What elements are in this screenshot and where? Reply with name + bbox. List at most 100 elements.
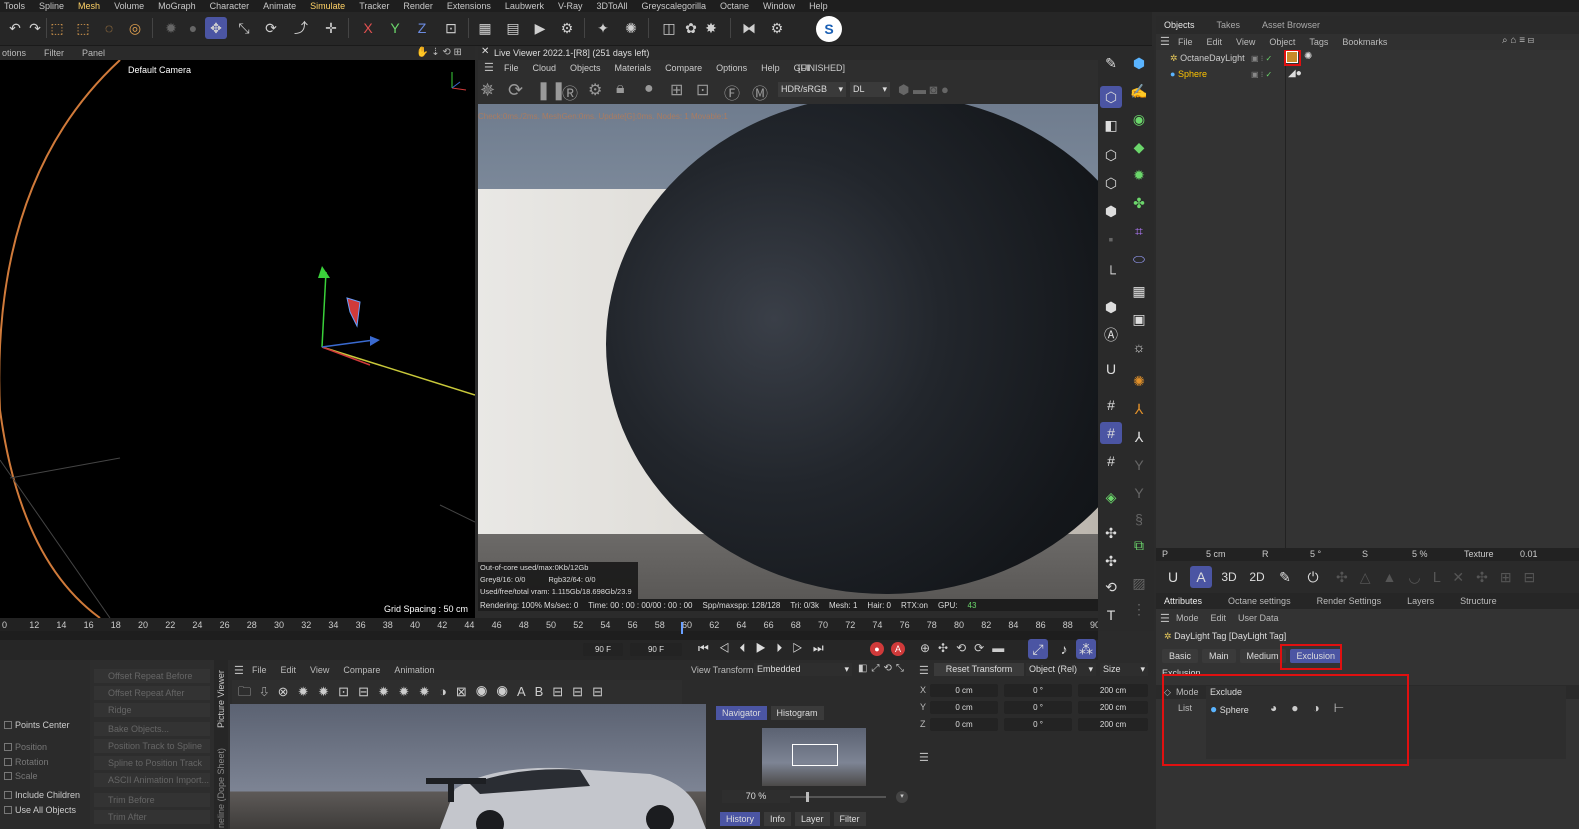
magnet-row-icon[interactable]: U [1162,566,1184,588]
reset-transform-button[interactable]: Reset Transform [934,663,1024,676]
menu-item[interactable]: Spline [39,1,64,11]
checkbox-box[interactable] [4,791,12,799]
checkbox-box[interactable] [4,743,12,751]
anim-button[interactable]: Spline to Position Track [94,756,210,770]
record-icon[interactable]: ● [870,642,884,656]
menu-item[interactable]: Octane [720,1,749,11]
atom-icon[interactable]: ✤ [1128,192,1150,214]
picture-viewer-menu-item[interactable]: Compare [343,665,380,675]
menu-item[interactable]: Extensions [447,1,491,11]
option-checkbox[interactable]: Include Children [4,790,80,800]
r-value[interactable]: 5 ° [1310,549,1321,559]
object-row-sphere[interactable]: ● Sphere [1170,69,1207,79]
option-checkbox[interactable]: Points Center [4,720,70,730]
pv-tool-icons[interactable]: 🗀⇩⊗✹✹⊡⊟✹✹✹◑⊠◉◉AB⊟⊟⊟ [238,683,612,705]
anim-button[interactable]: ASCII Animation Import... [94,773,210,787]
size-field[interactable]: 200 cm [1078,718,1148,731]
option-checkbox[interactable]: Rotation [4,757,49,767]
uv-mode-icon[interactable]: ▪ [1100,228,1122,250]
move-small-icon[interactable]: ✣ [1100,522,1122,544]
key-tools-icons[interactable]: ⊕✣⟲⟳▬ [920,641,1012,655]
menu-item[interactable]: Greyscalegorilla [641,1,706,11]
edges-mode-icon[interactable]: ⬡ [1100,172,1122,194]
scale-small-icon[interactable]: ✣ [1100,550,1122,572]
menu-item[interactable]: Laubwerk [505,1,544,11]
coord-mode-select[interactable]: Object (Rel) ▾ [1026,663,1096,676]
anim-button[interactable]: Offset Repeat After [94,686,210,700]
coordinate-system-icon[interactable]: ⊡ [440,17,462,39]
anim-button[interactable]: Ridge [94,703,210,717]
z-axis-icon[interactable]: Z [411,17,433,39]
live-viewer-menu-item[interactable]: File [504,63,519,73]
menu-item[interactable]: Volume [114,1,144,11]
render-settings-icon[interactable]: ⚙ [556,17,578,39]
power-icon[interactable]: ⏻ [1302,566,1324,588]
viewport-menu-item[interactable]: otions [2,48,26,58]
picture-viewer-menu-item[interactable]: Edit [281,665,297,675]
clay-mode-icon[interactable]: ⬢ ▬ ◙ ● [898,82,949,98]
timeline-side-tab[interactable]: neline (Dope Sheet) [216,748,226,828]
checkbox-box[interactable] [4,772,12,780]
menu-item[interactable]: MoGraph [158,1,196,11]
restart-icon[interactable]: Ⓡ [562,80,578,104]
objects-search-icon[interactable]: ⌕ ⌂ ≡ ⊟ [1502,35,1534,46]
attribute-subtab[interactable]: Medium [1239,649,1286,663]
octane-logo-icon[interactable]: ✵ [480,80,495,101]
objects-menu-item[interactable]: Object [1269,37,1295,47]
rotate-tool-icon[interactable]: ⟳ [260,17,282,39]
live-viewer-menu-item[interactable]: Objects [570,63,601,73]
timeline-ruler[interactable]: 0 12 14 16 18 20 22 24 26 28 30 32 34 36 38 40 42 44 46 48 5… [0,618,1098,631]
mode-icon[interactable]: ✹ [160,17,182,39]
menu-item[interactable]: Mesh [78,1,100,11]
2d-icon[interactable]: 2D [1246,566,1268,588]
material-picker-icon[interactable]: Ⓜ [752,80,768,104]
joint-icon[interactable]: ⅄ [1128,398,1150,420]
option-checkbox[interactable]: Position [4,742,47,752]
text-a-icon[interactable]: Ⓐ [1100,324,1122,346]
object-name[interactable]: Sphere [1178,69,1207,79]
spring-icon[interactable]: § [1128,508,1150,530]
spline-icon[interactable]: ✺ [620,17,642,39]
viewport-menu-item[interactable]: Filter [44,48,64,58]
coord-hamburger2-icon[interactable]: ☰ [919,751,929,764]
edit-icon[interactable]: ✎ [1100,52,1122,74]
undo-icon[interactable]: ↶ [4,17,26,39]
x-axis-icon[interactable]: X [357,17,379,39]
checkbox-box[interactable] [4,806,12,814]
menu-item[interactable]: Animate [263,1,296,11]
solo-icon[interactable]: ⬢ [1100,296,1122,318]
object-mode-icon[interactable]: ◧ [1100,114,1122,136]
color-space-select[interactable]: HDR/sRGB ▾ [778,82,846,97]
material-tag-icon[interactable]: ◢● [1288,68,1302,79]
picture-viewer-menu-item[interactable]: Animation [394,665,434,675]
menu-item[interactable]: V-Ray [558,1,583,11]
anim-button[interactable]: Offset Repeat Before [94,669,210,683]
gear-green-icon[interactable]: ✹ [1128,164,1150,186]
field-icon[interactable]: ✸ [700,17,722,39]
attr-hamburger-icon[interactable]: ☰ [1160,612,1170,625]
settings-icon[interactable]: ⚙ [588,80,602,100]
lasso-select-icon[interactable]: ◌ [98,17,120,39]
text-tool-icon[interactable]: T [1100,604,1122,626]
objects-menu-item[interactable]: Edit [1207,37,1223,47]
sphere-icon[interactable]: ● [644,80,654,98]
octane-tag-icon[interactable]: ✺ [1304,51,1312,62]
lock-icon[interactable]: 🔒︎ [616,80,625,98]
picture-viewer-side-tab[interactable]: Picture Viewer [216,670,226,728]
attributes-menu-item[interactable]: User Data [1238,613,1279,623]
p-value[interactable]: 5 cm [1206,549,1226,559]
orange-gear-icon[interactable]: ✺ [1128,370,1150,392]
position-field[interactable]: 0 cm [930,684,998,697]
history-tab[interactable]: History [720,812,761,826]
rotation-field[interactable]: 0 ° [1004,684,1072,697]
playback-controls[interactable]: ⏮◁⏴▶⏵▷⏭ [698,641,834,656]
lasso-small-icon[interactable]: ⟲ [1100,576,1122,598]
menu-item[interactable]: Help [809,1,828,11]
camera-icon[interactable]: ⚙ [766,17,788,39]
refresh-icon[interactable]: ⟳ [508,80,523,101]
attributes-tab[interactable]: Layers [1407,596,1434,606]
object-name[interactable]: OctaneDayLight [1180,53,1245,63]
menu-item[interactable]: Tracker [359,1,389,11]
render-region-icon[interactable]: ▦ [474,17,496,39]
live-viewer-menu-item[interactable]: Materials [615,63,652,73]
